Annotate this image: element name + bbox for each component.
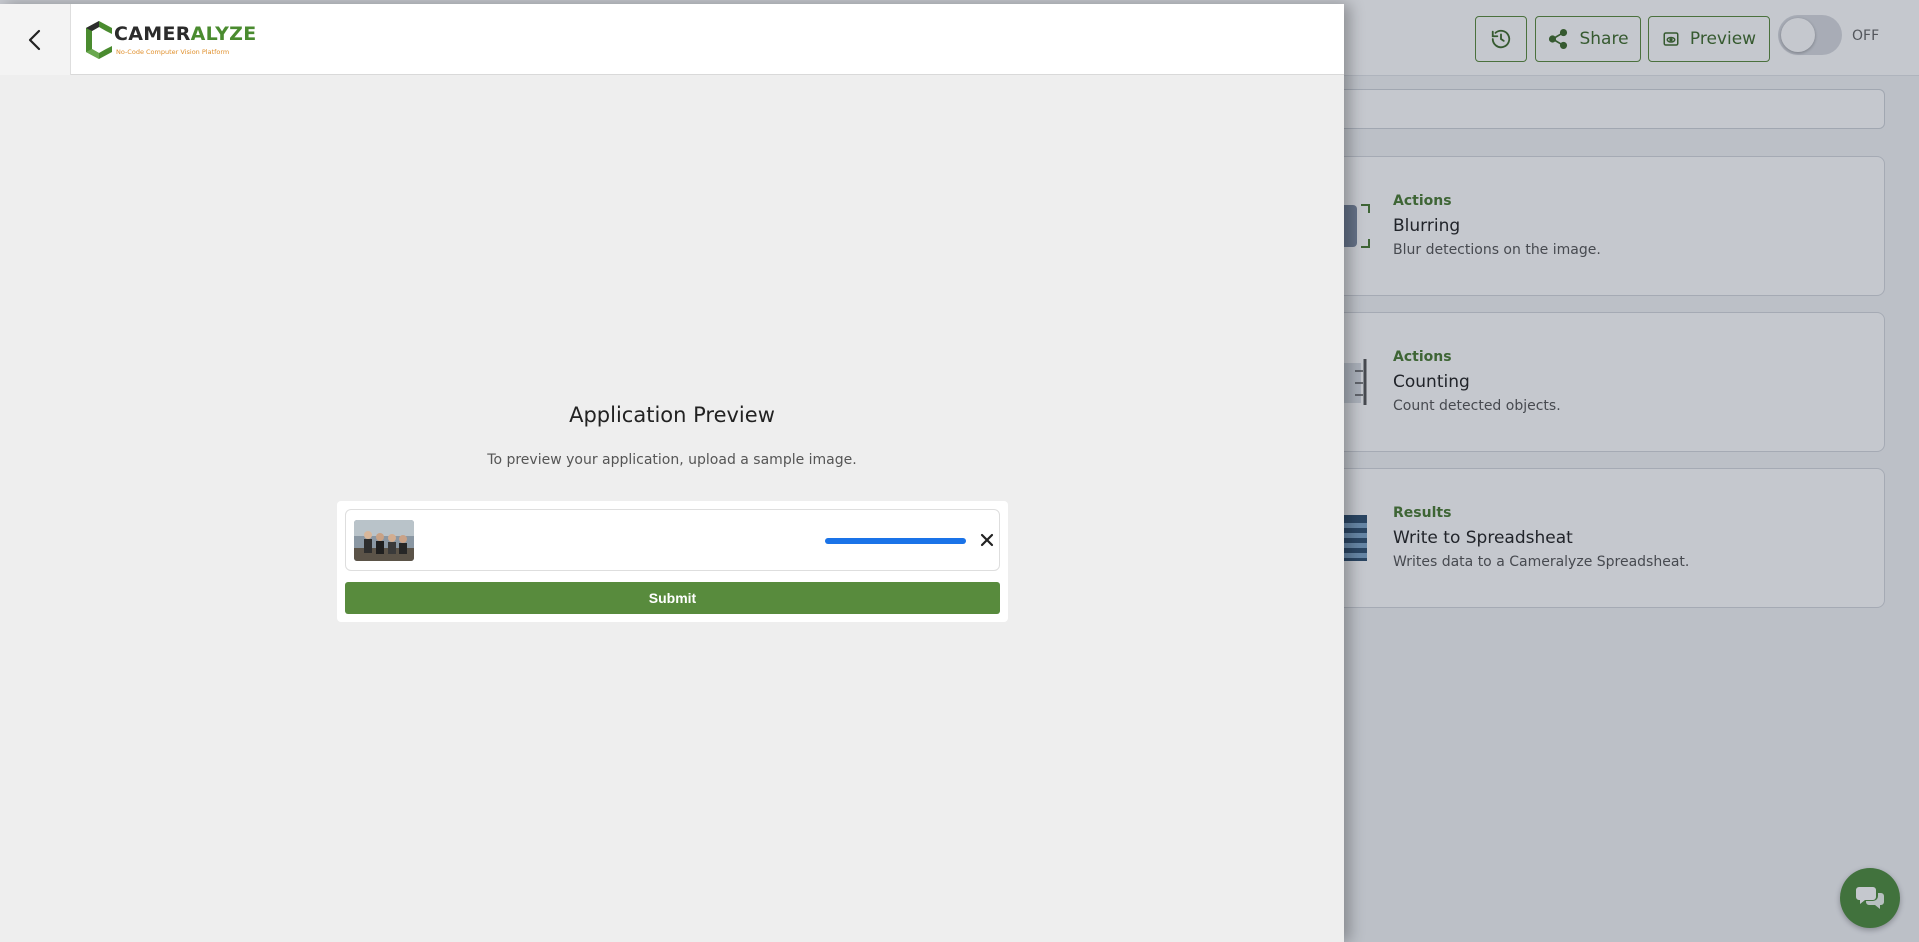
preview-subtitle: To preview your application, upload a sa…: [487, 452, 857, 468]
drawer-header: CAMERALYZE No-Code Computer Vision Platf…: [0, 4, 1344, 75]
remove-file-button[interactable]: [976, 529, 998, 551]
logo-wordmark: CAMERALYZE: [114, 23, 257, 45]
logo-accent-text: ALYZE: [190, 23, 257, 45]
logo-main-text: CAMER: [114, 23, 191, 45]
back-chevron-icon: [28, 29, 41, 50]
cameralyze-logo: CAMERALYZE No-Code Computer Vision Platf…: [84, 18, 274, 62]
uploaded-image-thumbnail: [354, 520, 414, 561]
upload-progress-fill: [825, 538, 966, 544]
preview-drawer: CAMERALYZE No-Code Computer Vision Platf…: [0, 4, 1344, 942]
cameralyze-logo-mark: [86, 21, 112, 59]
preview-title: Application Preview: [569, 403, 775, 427]
upload-progress-bar: [825, 538, 966, 544]
back-button[interactable]: [0, 4, 71, 75]
submit-button[interactable]: Submit: [345, 582, 1000, 614]
close-icon: [980, 533, 994, 547]
logo-tagline: No-Code Computer Vision Platform: [116, 48, 230, 56]
image-uploader[interactable]: Submit: [337, 501, 1008, 622]
uploaded-file-item: [345, 509, 1000, 571]
